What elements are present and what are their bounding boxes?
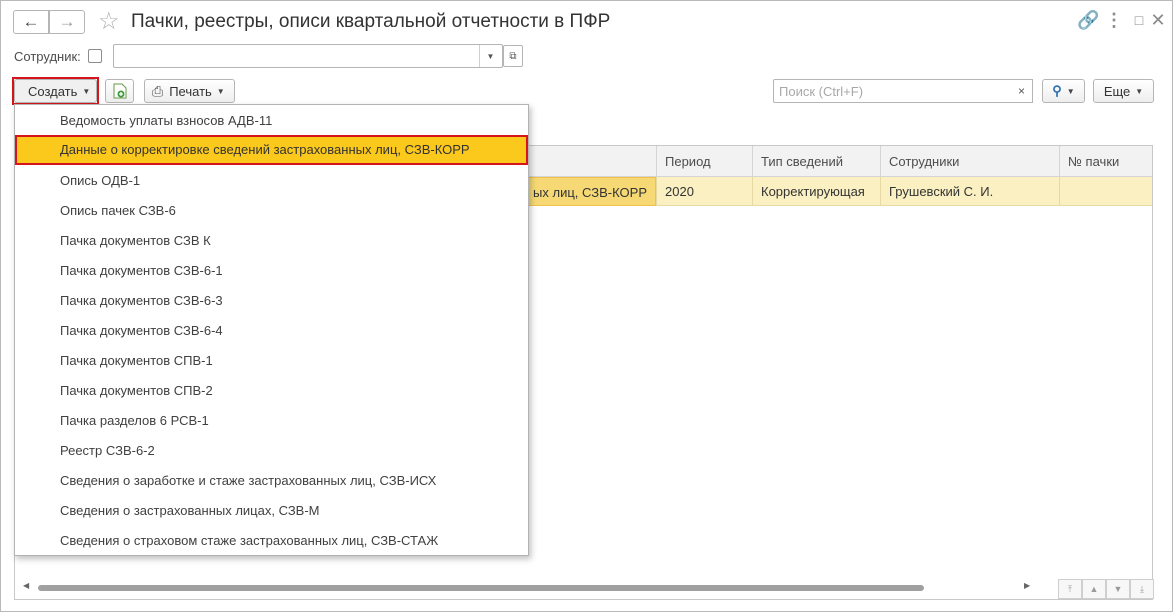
menu-item[interactable]: Пачка документов СЗВ-6-4 [15, 316, 528, 346]
menu-item[interactable]: Опись ОДВ-1 [15, 166, 528, 196]
menu-item[interactable]: Пачка разделов 6 РСВ-1 [15, 406, 528, 436]
menu-item[interactable]: Пачка документов СЗВ К [15, 226, 528, 256]
page-title: Пачки, реестры, описи квартальной отчетн… [131, 11, 611, 32]
clear-search-icon[interactable]: × [1011, 79, 1033, 103]
scrollbar-thumb[interactable] [38, 585, 924, 591]
menu-item[interactable]: Опись пачек СЗВ-6 [15, 196, 528, 226]
menu-item[interactable]: Сведения о заработке и стаже застрахован… [15, 466, 528, 496]
column-header-pack-no[interactable]: № пачки [1059, 146, 1152, 177]
scroll-left-icon[interactable]: ◀ [23, 581, 29, 590]
menu-item[interactable]: Пачка документов СПВ-2 [15, 376, 528, 406]
menu-item[interactable]: Сведения о страховом стаже застрахованны… [15, 526, 528, 556]
chevron-down-icon: ▼ [1066, 86, 1075, 96]
link-icon[interactable]: 🔗 [1077, 10, 1099, 31]
menu-item[interactable]: Пачка документов СЗВ-6-1 [15, 256, 528, 286]
chevron-up-icon: ▲ [1089, 584, 1099, 594]
employee-label: Сотрудник: [14, 49, 81, 64]
scroll-top-icon: ⤒ [1068, 583, 1072, 594]
cell-pack-no [1059, 177, 1152, 206]
scroll-bottom-icon: ⤓ [1140, 583, 1144, 594]
arrow-left-icon: ← [22, 12, 40, 31]
cell-period: 2020 [656, 177, 752, 206]
main-window: ← → ☆ Пачки, реестры, описи квартальной … [0, 0, 1173, 612]
scroll-down-button[interactable]: ▼ [1106, 579, 1130, 599]
cell-type: Корректирующая [752, 177, 880, 206]
menu-item[interactable]: Пачка документов СПВ-1 [15, 346, 528, 376]
print-button-label: Печать [169, 83, 212, 99]
menu-item[interactable]: Ведомость уплаты взносов АДВ-11 [15, 106, 528, 136]
restore-window-icon[interactable]: □ [1129, 12, 1149, 28]
document-add-icon [113, 83, 126, 99]
more-button[interactable]: Еще ▼ [1093, 79, 1154, 103]
column-header-period[interactable]: Период [656, 146, 752, 177]
scroll-last-button[interactable]: ⤓ [1130, 579, 1154, 599]
open-window-icon[interactable]: ⧉ [503, 45, 523, 67]
create-dropdown-menu: Ведомость уплаты взносов АДВ-11 Данные о… [14, 104, 529, 556]
search-button[interactable]: ⚲ ▼ [1042, 79, 1085, 103]
chevron-down-icon: ▼ [1135, 86, 1144, 96]
chevron-down-icon: ▼ [216, 86, 225, 96]
menu-item[interactable]: Реестр СЗВ-6-2 [15, 436, 528, 466]
arrow-right-icon: → [58, 12, 76, 31]
scroll-up-button[interactable]: ▲ [1082, 579, 1106, 599]
menu-item[interactable]: Сведения о застрахованных лицах, СЗВ-М [15, 496, 528, 526]
create-button[interactable]: Создать ▼ [14, 79, 97, 103]
employee-filter-checkbox[interactable] [88, 49, 102, 63]
menu-item[interactable]: Пачка документов СЗВ-6-3 [15, 286, 528, 316]
column-header-type[interactable]: Тип сведений [752, 146, 880, 177]
close-icon[interactable]: ✕ [1148, 10, 1168, 31]
create-button-label: Создать [28, 83, 78, 99]
star-icon[interactable]: ☆ [98, 7, 120, 36]
print-button[interactable]: ⎙ Печать ▼ [144, 79, 235, 103]
menu-item-selected[interactable]: Данные о корректировке сведений застрахо… [15, 135, 528, 165]
more-button-label: Еще [1103, 83, 1131, 99]
printer-icon: ⎙ [152, 82, 164, 99]
column-header-employees[interactable]: Сотрудники [880, 146, 1059, 177]
chevron-down-icon: ▼ [1113, 584, 1123, 594]
scroll-right-icon[interactable]: ▶ [1024, 581, 1030, 590]
more-icon[interactable]: ⋮ [1104, 10, 1124, 31]
cell-employees: Грушевский С. И. [880, 177, 1059, 206]
new-document-button[interactable] [105, 79, 134, 103]
employee-input[interactable] [113, 44, 503, 68]
back-button[interactable]: ← [13, 10, 49, 34]
chevron-down-icon[interactable]: ▼ [479, 45, 501, 67]
search-input[interactable]: Поиск (Ctrl+F) [773, 79, 1012, 103]
search-icon: ⚲ [1052, 83, 1062, 98]
horizontal-scrollbar[interactable]: ◀ ▶ [21, 581, 1036, 595]
forward-button[interactable]: → [49, 10, 85, 34]
chevron-down-icon: ▼ [82, 86, 91, 96]
scroll-first-button[interactable]: ⤒ [1058, 579, 1082, 599]
